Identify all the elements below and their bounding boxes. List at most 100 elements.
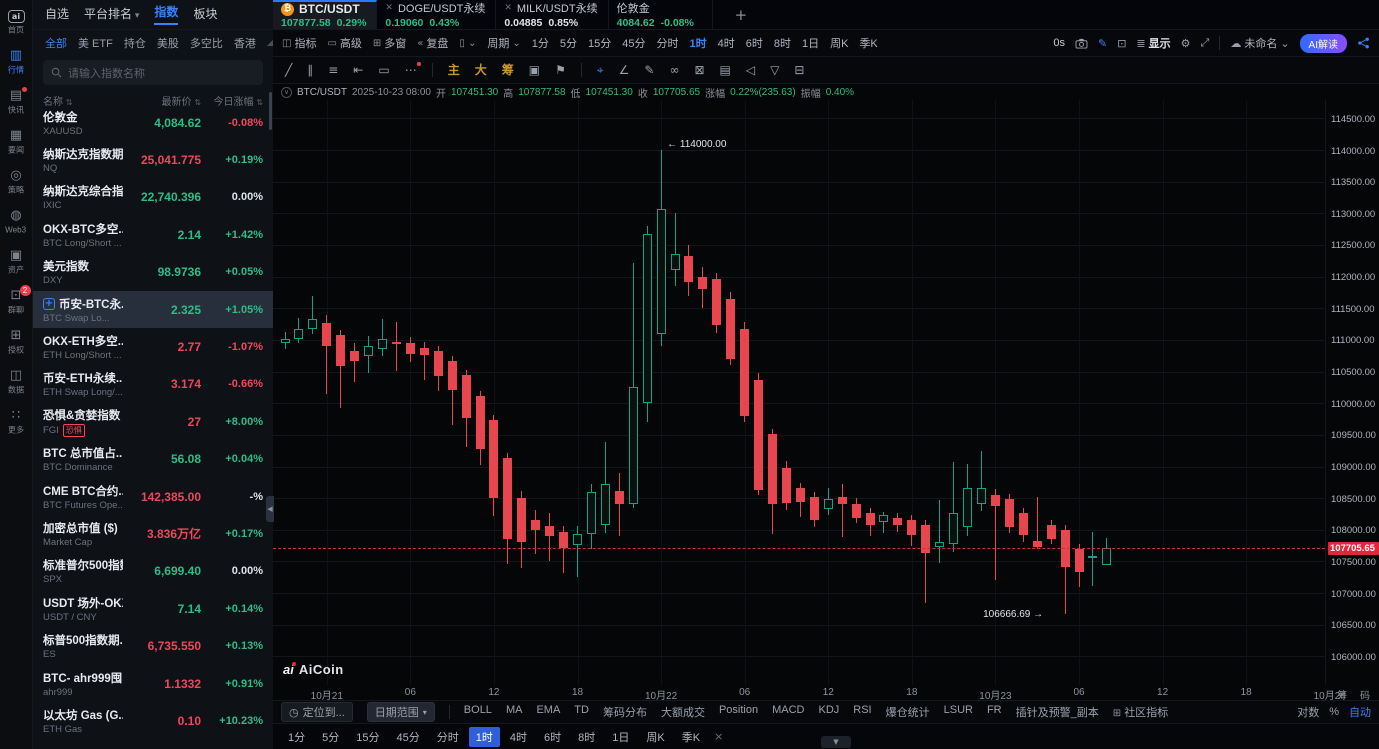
period-4时[interactable]: 4时 xyxy=(718,35,735,51)
chart-tab-DOGE/USDT永续[interactable]: ✕DOGE/USDT永续0.190600.43% xyxy=(377,0,496,29)
sidebar-item-数据[interactable]: ◫数据 xyxy=(0,369,33,395)
bottom-period-6时[interactable]: 6时 xyxy=(537,727,568,747)
collapse-panel-handle[interactable]: ◀ xyxy=(266,496,274,522)
chart-type-button[interactable]: ▯⌄ xyxy=(459,38,476,49)
watchlist-subtab-香港[interactable]: 香港 xyxy=(234,35,256,51)
chart-tab-MILK/USDT永续[interactable]: ✕MILK/USDT永续0.048850.85% xyxy=(496,0,608,29)
horizontal-lines-icon[interactable]: ≡ xyxy=(328,64,338,76)
close-tab-icon[interactable]: ✕ xyxy=(504,3,512,13)
indicator-EMA[interactable]: EMA xyxy=(536,704,560,720)
watchlist-row-ahr999[interactable]: BTC- ahr999囤...ahr9991.1332+0.91% xyxy=(33,665,273,702)
watchlist-row-BTC Long/Short ...[interactable]: OKX-BTC多空...BTC Long/Short ...2.14+1.42% xyxy=(33,216,273,253)
sidebar-item-快讯[interactable]: ▤快讯 xyxy=(0,89,33,115)
bottom-period-1时[interactable]: 1时 xyxy=(469,727,500,747)
chart-canvas[interactable]: ← 114000.00106666.69 →aiAiCoin xyxy=(273,100,1325,685)
display-button[interactable]: ≣显示 xyxy=(1136,35,1170,51)
locate-button[interactable]: ◷定位到... xyxy=(281,702,353,722)
watchlist-tab-平台排名[interactable]: 平台排名 ▾ xyxy=(84,5,139,25)
close-period-bar-icon[interactable]: × xyxy=(714,730,723,743)
horizontal-ray-icon[interactable]: ⇤ xyxy=(353,64,363,76)
select-icon[interactable]: ⌖ xyxy=(597,64,604,76)
large-chart-toggle[interactable]: 大 xyxy=(475,64,487,76)
period-1分[interactable]: 1分 xyxy=(532,35,549,51)
chart-tab-BTC/USDT[interactable]: ₿BTC/USDT107877.580.29% xyxy=(273,0,377,29)
period-dropdown[interactable]: 周期⌄ xyxy=(487,35,520,51)
trash-icon[interactable]: ⊟ xyxy=(794,64,804,76)
bottom-period-周K[interactable]: 周K xyxy=(639,727,671,747)
advanced-button[interactable]: ▭高级 xyxy=(327,35,361,51)
watchlist-row-ETH Gas[interactable]: 以太坊 Gas (G...ETH Gas0.10+10.23% xyxy=(33,702,273,739)
flag-line-icon[interactable]: ⚑ xyxy=(555,64,566,76)
bottom-period-5分[interactable]: 5分 xyxy=(315,727,346,747)
watchlist-subtab-持仓[interactable]: 持仓 xyxy=(124,35,146,51)
multi-window-button[interactable]: ⊞多窗 xyxy=(373,35,406,51)
watchlist-row-XAUUSD[interactable]: 伦敦金XAUUSD4,084.62-0.08% xyxy=(33,104,273,141)
period-8时[interactable]: 8时 xyxy=(774,35,791,51)
watchlist-subtab-美 ETF[interactable]: 美 ETF xyxy=(78,35,113,51)
watchlist-row-ETH Swap Long/...[interactable]: 币安-ETH永续...ETH Swap Long/...3.174-0.66% xyxy=(33,366,273,403)
watchlist-tab-板块[interactable]: 板块 xyxy=(193,5,217,25)
watchlist-subtab-美股[interactable]: 美股 xyxy=(157,35,179,51)
sidebar-item-策略[interactable]: ◎策略 xyxy=(0,169,33,195)
bottom-period-季K[interactable]: 季K xyxy=(675,727,707,747)
indicators-button[interactable]: ◫指标 xyxy=(282,35,316,51)
watchlist-subtab-全部[interactable]: 全部 xyxy=(45,35,67,51)
draw-pencil-icon[interactable]: ✎ xyxy=(1098,37,1107,50)
rectangle-icon[interactable]: ▭ xyxy=(378,64,389,76)
camera-icon[interactable] xyxy=(1075,38,1088,49)
parallel-channel-icon[interactable]: ∥ xyxy=(307,64,313,76)
sidebar-item-群聊[interactable]: ⊡2群聊 xyxy=(0,289,33,315)
period-5分[interactable]: 5分 xyxy=(560,35,577,51)
date-range-button[interactable]: 日期范围▾ xyxy=(367,702,435,722)
bottom-period-8时[interactable]: 8时 xyxy=(571,727,602,747)
sidebar-item-资产[interactable]: ▣资产 xyxy=(0,249,33,275)
collapse-ohlc-icon[interactable]: ∨ xyxy=(281,87,292,98)
watchlist-row-ETH Long/Short ...[interactable]: OKX-ETH多空...ETH Long/Short ...2.77-1.07% xyxy=(33,328,273,365)
add-to-watchlist-icon[interactable]: + xyxy=(43,298,55,310)
indicator-MA[interactable]: MA xyxy=(506,704,523,720)
layout-selector[interactable]: ☁未命名⌄ xyxy=(1230,35,1289,51)
corner-expand-icon[interactable]: ◢ xyxy=(267,38,273,47)
indicator-大额成交[interactable]: 大额成交 xyxy=(661,704,705,720)
watchlist-scrollbar[interactable] xyxy=(269,92,272,130)
indicator-LSUR[interactable]: LSUR xyxy=(944,704,973,720)
period-6时[interactable]: 6时 xyxy=(746,35,763,51)
period-周K[interactable]: 周K xyxy=(830,35,848,51)
bottom-period-45分[interactable]: 45分 xyxy=(390,727,427,747)
close-tab-icon[interactable]: ✕ xyxy=(385,3,393,13)
search-input[interactable]: 请输入指数名称 xyxy=(43,60,263,85)
period-分时[interactable]: 分时 xyxy=(656,35,678,51)
ai-analysis-button[interactable]: AI解读 xyxy=(1300,34,1347,53)
indicator-KDJ[interactable]: KDJ xyxy=(818,704,839,720)
watchlist-row-USDT / CNY[interactable]: USDT 场外-OKXUSDT / CNY7.14+0.14% xyxy=(33,590,273,627)
indicator-插针及预警_副本[interactable]: 插针及预警_副本 xyxy=(1016,704,1099,720)
bottom-period-15分[interactable]: 15分 xyxy=(349,727,386,747)
indicator-筹码分布[interactable]: 筹码分布 xyxy=(603,704,647,720)
sidebar-item-要闻[interactable]: ▦要闻 xyxy=(0,129,33,155)
watchlist-row-BTC Dominance[interactable]: BTC 总市值占...BTC Dominance56.08+0.04% xyxy=(33,441,273,478)
watchlist-row-DXY[interactable]: 美元指数DXY98.9736+0.05% xyxy=(33,254,273,291)
watchlist-tab-自选[interactable]: 自选 xyxy=(45,5,69,25)
auto-scale-toggle[interactable]: 自动 xyxy=(1349,704,1371,720)
indicator-FR[interactable]: FR xyxy=(987,704,1002,720)
sidebar-item-首页[interactable]: ai首页 xyxy=(0,10,33,35)
community-indicators-button[interactable]: ⊞ 社区指标 xyxy=(1113,704,1168,720)
main-chart-toggle[interactable]: 主 xyxy=(448,64,460,76)
price-axis[interactable]: 114500.00114000.00113500.00113000.001125… xyxy=(1325,100,1379,685)
bottom-period-分时[interactable]: 分时 xyxy=(430,727,466,747)
indicator-MACD[interactable]: MACD xyxy=(772,704,804,720)
indicator-BOLL[interactable]: BOLL xyxy=(464,704,492,720)
period-季K[interactable]: 季K xyxy=(859,35,877,51)
replay-button[interactable]: «复盘 xyxy=(417,35,448,51)
trend-line-icon[interactable]: ╱ xyxy=(285,64,292,76)
period-1时[interactable]: 1时 xyxy=(689,35,706,51)
bottom-period-1分[interactable]: 1分 xyxy=(281,727,312,747)
indicator-Position[interactable]: Position xyxy=(719,704,758,720)
watchlist-row-FGI[interactable]: 恐惧&贪婪指数FGI恐惧27+8.00% xyxy=(33,403,273,440)
chart-tab-伦敦金[interactable]: 伦敦金4084.62-0.08% xyxy=(609,0,713,29)
period-1日[interactable]: 1日 xyxy=(802,35,819,51)
watchlist-row-BTC Swap Lo...[interactable]: +币安-BTC永...BTC Swap Lo...2.325+1.05% xyxy=(33,291,273,328)
indicator-爆仓统计[interactable]: 爆仓统计 xyxy=(886,704,930,720)
watchlist-row-NQ[interactable]: 纳斯达克指数期...NQ25,041.775+0.19% xyxy=(33,141,273,178)
watchlist-row-SPX[interactable]: 标准普尔500指数SPX6,699.400.00% xyxy=(33,553,273,590)
